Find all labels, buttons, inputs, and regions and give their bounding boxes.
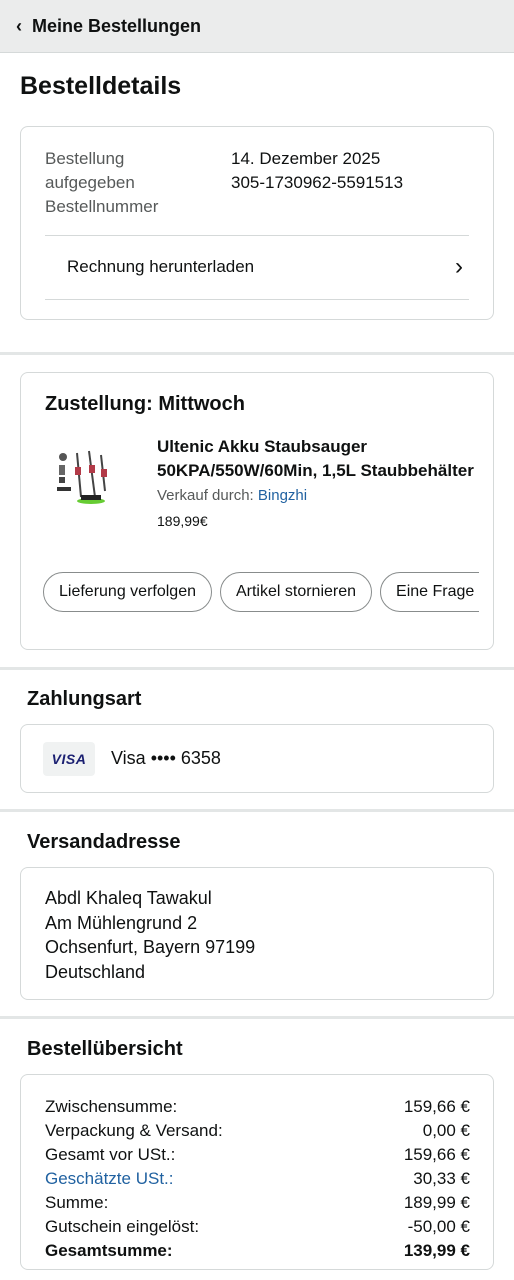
summary-label: Gesamt vor USt.: [45, 1145, 176, 1164]
summary-row: Zwischensumme: 159,66 € [45, 1095, 470, 1119]
summary-label: Zwischensumme: [45, 1097, 178, 1116]
track-package-button[interactable]: Lieferung verfolgen [43, 572, 212, 612]
address-line: Abdl Khaleq Tawakul [45, 888, 212, 908]
summary-total-row: Gesamtsumme: 139,99 € [45, 1239, 470, 1263]
section-divider [0, 1016, 514, 1019]
summary-label: Gutschein eingelöst: [45, 1217, 200, 1236]
page-title: Bestelldetails [20, 72, 182, 100]
payment-section-title: Zahlungsart [27, 688, 142, 710]
grand-total-value: 139,99 € [403, 1241, 470, 1260]
product-title-link[interactable]: Ultenic Akku Staubsauger 50KPA/550W/60Mi… [157, 435, 477, 483]
download-invoice-button[interactable]: Rechnung herunterladen › [45, 237, 469, 297]
ask-question-button[interactable]: Eine Frage stellen [380, 572, 479, 612]
address-line: Deutschland [45, 961, 146, 982]
payment-card: VISA Visa •••• 6358 [20, 724, 494, 793]
summary-value: 0,00 € [422, 1121, 470, 1140]
address-section-title: Versandadresse [27, 831, 181, 853]
order-number: 305-1730962-5591513 [231, 173, 404, 192]
divider [45, 235, 469, 236]
summary-label: Summe: [45, 1193, 109, 1212]
address-card: Abdl Khaleq Tawakul Am Mühlengrund 2 Och… [20, 867, 494, 1000]
summary-row: Verpackung & Versand: 0,00 € [45, 1119, 470, 1143]
top-bar[interactable]: ‹ Meine Bestellungen [0, 0, 514, 53]
summary-value: 159,66 € [403, 1145, 470, 1164]
summary-row: Gesamt vor USt.: 159,66 € [45, 1143, 470, 1167]
summary-value: 189,99 € [403, 1193, 470, 1212]
delivery-card: Zustellung: Mittwoch Ultenic Akku Staubs… [20, 372, 494, 650]
summary-table: Zwischensumme: 159,66 € Verpackung & Ver… [45, 1095, 470, 1263]
summary-value: 159,66 € [403, 1097, 470, 1116]
summary-value: -50,00 € [407, 1217, 470, 1236]
address-line: Ochsenfurt, Bayern 97199 [45, 937, 256, 957]
product-price: 189,99€ [157, 513, 208, 529]
action-buttons-strip[interactable]: Lieferung verfolgen Artikel stornieren Ein… [43, 572, 479, 612]
visa-icon: VISA [43, 742, 95, 776]
delivery-title: Zustellung: Mittwoch [45, 393, 245, 415]
chevron-left-icon[interactable]: ‹ [16, 16, 22, 37]
summary-row: Gutschein eingelöst: -50,00 € [45, 1215, 470, 1239]
grand-total-label: Gesamtsumme: [45, 1241, 173, 1260]
summary-section-title: Bestellübersicht [27, 1038, 183, 1060]
invoice-label: Rechnung herunterladen [67, 257, 255, 276]
section-divider [0, 809, 514, 812]
chevron-right-icon: › [455, 253, 463, 280]
section-divider [0, 352, 514, 355]
cancel-item-button[interactable]: Artikel stornieren [219, 572, 373, 612]
order-info-card: Bestellung aufgegeben Bestellnummer 14. … [20, 126, 494, 320]
summary-row: Geschätzte USt.: 30,33 € [45, 1167, 470, 1191]
seller-info: Verkauf durch: Bingzhi [157, 487, 308, 504]
address-line: Am Mühlengrund 2 [45, 912, 198, 933]
estimated-tax-link[interactable]: Geschätzte USt.: [45, 1167, 174, 1191]
payment-card-label: Visa •••• 6358 [111, 748, 221, 768]
shipping-address: Abdl Khaleq Tawakul Am Mühlengrund 2 Och… [45, 886, 255, 984]
order-number-label: Bestellnummer [45, 197, 159, 216]
order-date: 14. Dezember 2025 [231, 149, 381, 168]
summary-value: 30,33 € [413, 1169, 470, 1188]
product-image[interactable] [51, 447, 117, 513]
summary-label: Verpackung & Versand: [45, 1121, 223, 1140]
seller-link[interactable]: Bingzhi [258, 487, 307, 504]
back-link-label[interactable]: Meine Bestellungen [32, 16, 201, 37]
section-divider [0, 667, 514, 670]
summary-row: Summe: 189,99 € [45, 1191, 470, 1215]
order-summary-card: Zwischensumme: 159,66 € Verpackung & Ver… [20, 1074, 494, 1270]
divider [45, 299, 469, 300]
order-placed-label: Bestellung aufgegeben [45, 149, 135, 192]
